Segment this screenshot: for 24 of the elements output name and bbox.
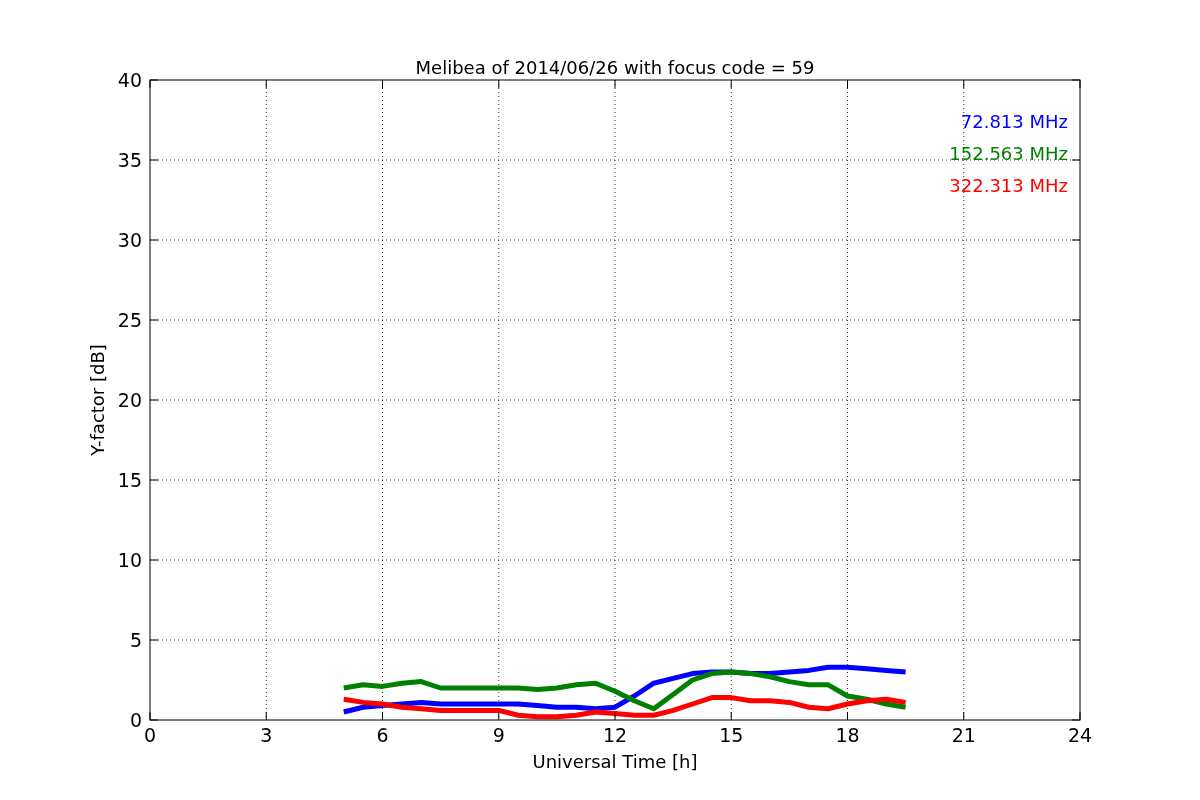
- tick-label: 9: [492, 724, 505, 746]
- tick-label: 15: [117, 469, 142, 491]
- tick-label: 15: [719, 724, 744, 746]
- tick-label: 18: [835, 724, 860, 746]
- axis-label: Y-factor [dB]: [87, 344, 108, 456]
- tick-label: 20: [117, 389, 142, 411]
- chart-title: Melibea of 2014/06/26 with focus code = 59: [415, 57, 815, 78]
- axis-label: Universal Time [h]: [532, 751, 698, 772]
- tick-label: 5: [129, 629, 142, 651]
- tick-label: 12: [602, 724, 628, 746]
- tick-label: 10: [117, 549, 142, 571]
- tick-label: 40: [117, 69, 142, 91]
- tick-label: 0: [129, 709, 142, 731]
- tick-label: 21: [951, 724, 976, 746]
- tick-label: 3: [260, 724, 273, 746]
- tick-label: 30: [117, 229, 142, 251]
- legend-label: 152.563 MHz: [949, 143, 1068, 164]
- tick-label: 35: [117, 149, 142, 171]
- tick-label: 6: [376, 724, 389, 746]
- tick-label: 25: [117, 309, 142, 331]
- legend-label: 322.313 MHz: [949, 175, 1068, 196]
- tick-label: 24: [1067, 724, 1093, 746]
- legend-label: 72.813 MHz: [960, 111, 1068, 132]
- tick-label: 0: [143, 724, 157, 746]
